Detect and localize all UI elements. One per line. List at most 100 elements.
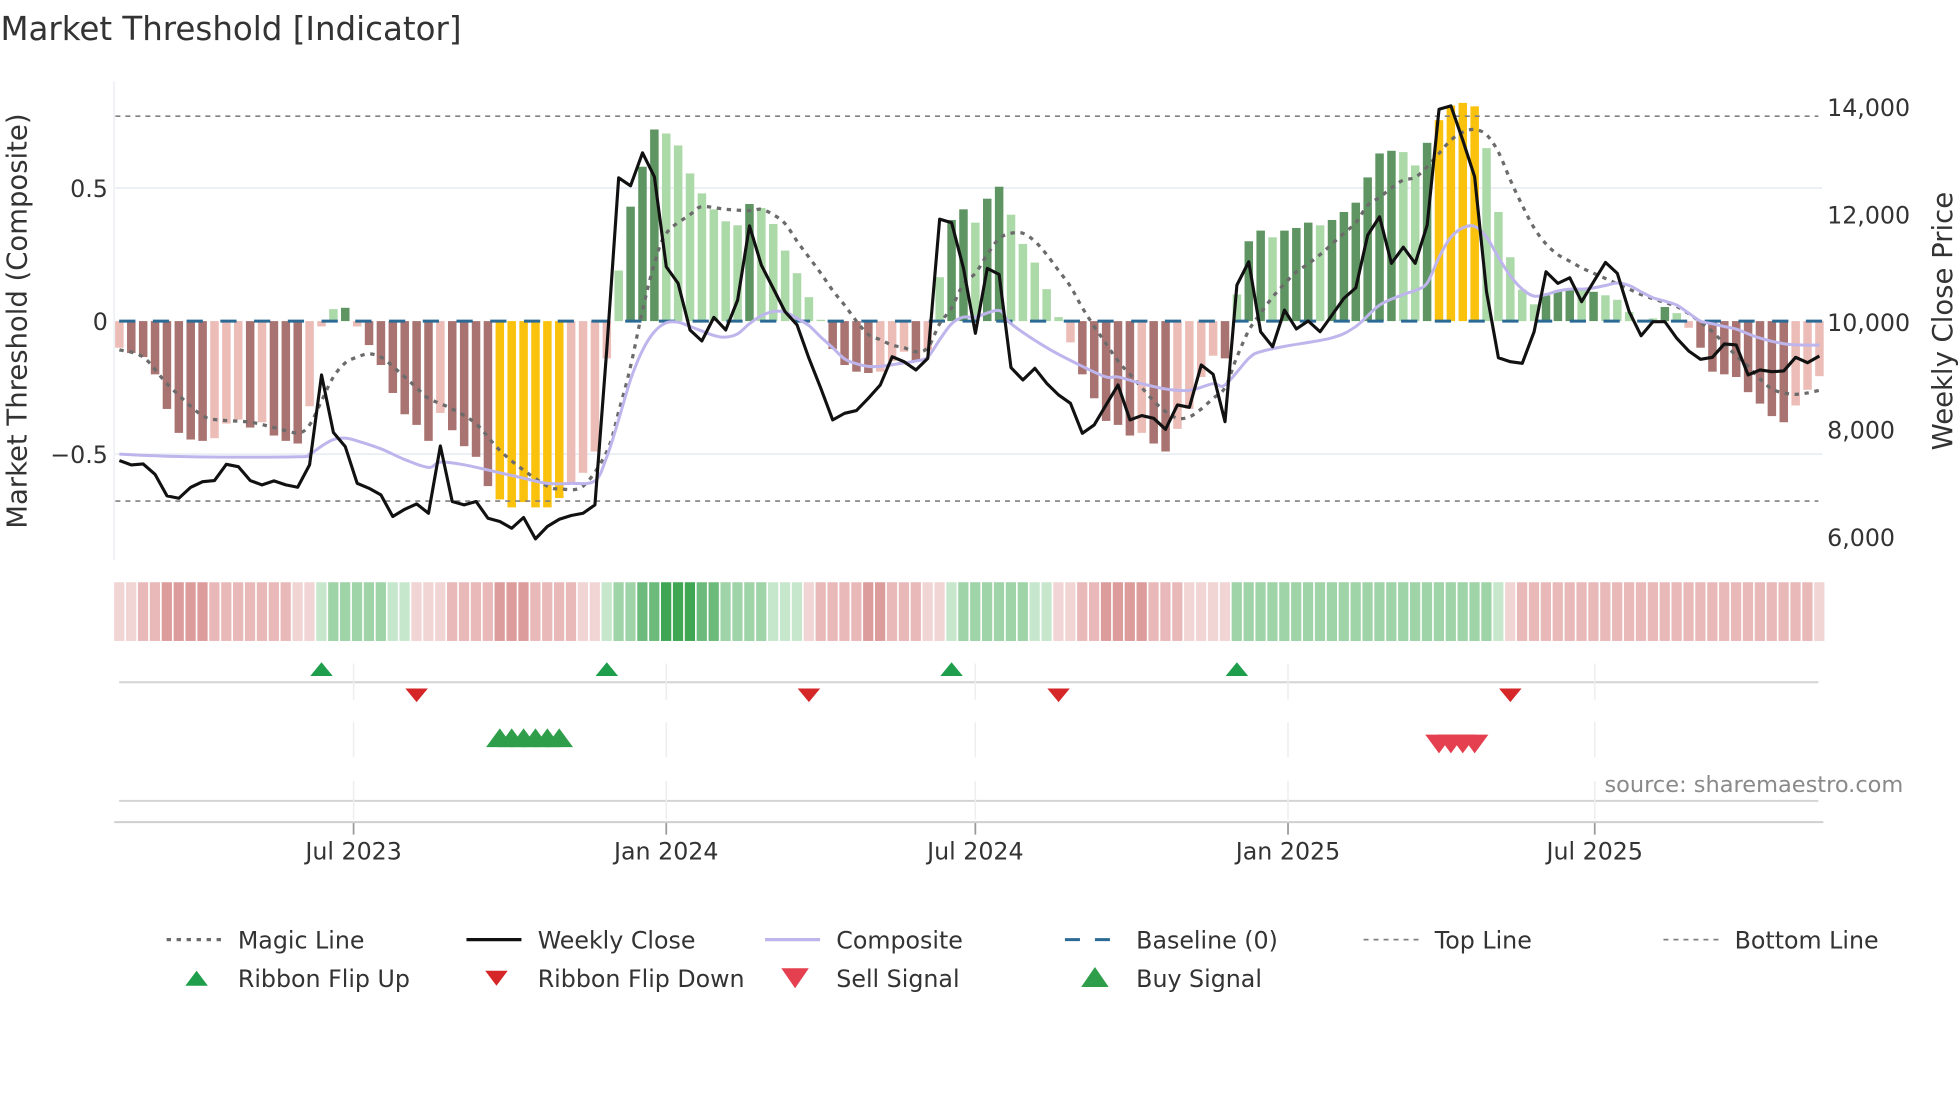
ribbon-cell	[304, 582, 315, 641]
composite-bar	[436, 321, 445, 413]
legend: Magic Line Weekly Close Composite Baseline …	[166, 926, 1879, 993]
composite-bar	[507, 321, 516, 508]
right-tick-label: 10,000	[1827, 309, 1910, 337]
ribbon-cell	[1326, 582, 1338, 641]
composite-bar	[1767, 321, 1777, 417]
ribbon-cell	[435, 582, 446, 641]
ribbon-cell	[1814, 582, 1825, 641]
ribbon-cell	[1719, 582, 1730, 641]
composite-bar	[1018, 243, 1028, 322]
ribbon-cell	[613, 582, 624, 641]
legend-label: Composite	[836, 926, 963, 954]
composite-bar	[1553, 290, 1563, 322]
composite-bar	[614, 270, 623, 322]
composite-bar	[1054, 317, 1063, 322]
ribbon-cell	[1588, 582, 1599, 641]
ribbon-cell	[470, 582, 482, 641]
ribbon-cell	[1707, 582, 1718, 641]
ribbon-cell	[779, 582, 791, 641]
ribbon-strip	[114, 582, 1825, 641]
left-tick-label: 0.5	[70, 175, 108, 203]
composite-bar	[1113, 321, 1123, 425]
composite-bar	[578, 321, 588, 473]
ribbon-cell	[1659, 582, 1670, 641]
legend-item-flip_up: Ribbon Flip Up	[185, 965, 410, 993]
source-credit: source: sharemaestro.com	[1604, 772, 1903, 798]
legend-item-composite: Composite	[765, 926, 963, 954]
left-tick-label: −0.5	[50, 441, 108, 469]
ribbon-cell	[1481, 582, 1492, 641]
legend-label: Ribbon Flip Down	[538, 965, 745, 993]
ribbon-cell	[1540, 582, 1551, 641]
ribbon-cell	[221, 582, 232, 641]
axis-ticks: 0.5 0 −0.5 14,000 12,000 10,000 8,000 6,000 Jul …	[50, 94, 1910, 865]
ribbon-cell	[1065, 582, 1076, 641]
ribbon-cell	[1136, 582, 1147, 641]
ribbon-cell	[589, 582, 600, 641]
ribbon-cell	[185, 582, 196, 641]
composite-bar	[305, 321, 314, 407]
ribbon-cell	[149, 582, 161, 641]
x-tick-label: Jul 2025	[1544, 838, 1643, 866]
ribbon-cell	[340, 582, 351, 641]
legend-item-sell: Sell Signal	[781, 965, 960, 993]
ribbon-cell	[1635, 582, 1647, 641]
ribbon-cell	[720, 582, 731, 641]
left-tick-label: 0	[93, 308, 108, 336]
ribbon-cell	[244, 582, 256, 641]
ribbon-cell	[1279, 582, 1290, 641]
ribbon-cell	[1647, 582, 1658, 641]
ribbon-cell	[137, 582, 149, 641]
ribbon-cell	[851, 582, 862, 641]
ribbon-cell	[542, 582, 553, 641]
ribbon-cell	[1017, 582, 1028, 641]
composite-bar	[769, 223, 778, 322]
composite-bar	[448, 321, 457, 431]
ribbon-cell	[1267, 582, 1278, 641]
composite-bar	[1565, 289, 1575, 322]
legend-label: Top Line	[1434, 926, 1532, 954]
ribbon-cell	[1160, 582, 1171, 641]
ribbon-cell	[399, 582, 410, 641]
right-tick-label: 12,000	[1827, 202, 1910, 230]
ribbon-cell	[1386, 582, 1397, 641]
ribbon-cell	[126, 582, 137, 641]
composite-bar	[364, 321, 374, 346]
ribbon-cell	[209, 582, 220, 641]
ribbon-cell	[696, 582, 707, 641]
ribbon-cell	[1766, 582, 1777, 641]
right-tick-label: 6,000	[1827, 524, 1895, 552]
composite-bar	[1066, 321, 1075, 343]
ribbon-cell	[1053, 582, 1064, 641]
composite-bar	[1613, 299, 1622, 322]
composite-bar	[555, 321, 564, 499]
composite-bar	[269, 321, 279, 436]
composite-bar	[1208, 321, 1218, 356]
legend-sell-icon	[781, 968, 809, 989]
ribbon-flip-up-marker	[940, 662, 963, 676]
legend-flip-up-icon	[185, 970, 208, 986]
legend-label: Ribbon Flip Up	[238, 965, 410, 993]
ribbon-cell	[1421, 582, 1433, 641]
ribbon-cell	[1243, 582, 1254, 641]
ribbon-cell	[934, 582, 945, 641]
composite-bar	[1803, 321, 1812, 390]
ribbon-cell	[886, 582, 898, 641]
ribbon-cell	[1445, 582, 1456, 641]
composite-bar	[388, 321, 398, 393]
x-tick-label: Jan 2025	[1234, 838, 1340, 866]
composite-bar	[281, 321, 291, 441]
composite-bar	[1030, 262, 1040, 322]
left-axis-label: Market Threshold (Composite)	[2, 113, 34, 528]
ribbon-cell	[1516, 582, 1528, 641]
ribbon-cell	[1398, 582, 1409, 641]
ribbon-cell	[1041, 582, 1052, 641]
composite-bar	[1506, 257, 1515, 322]
ribbon-cell	[256, 582, 268, 641]
legend-buy-icon	[1081, 967, 1109, 988]
composite-bar	[697, 193, 707, 322]
composite-bar	[198, 321, 207, 441]
legend-item-baseline: Baseline (0)	[1064, 926, 1278, 954]
composite-bar	[745, 204, 754, 322]
composite-bar	[222, 321, 231, 424]
